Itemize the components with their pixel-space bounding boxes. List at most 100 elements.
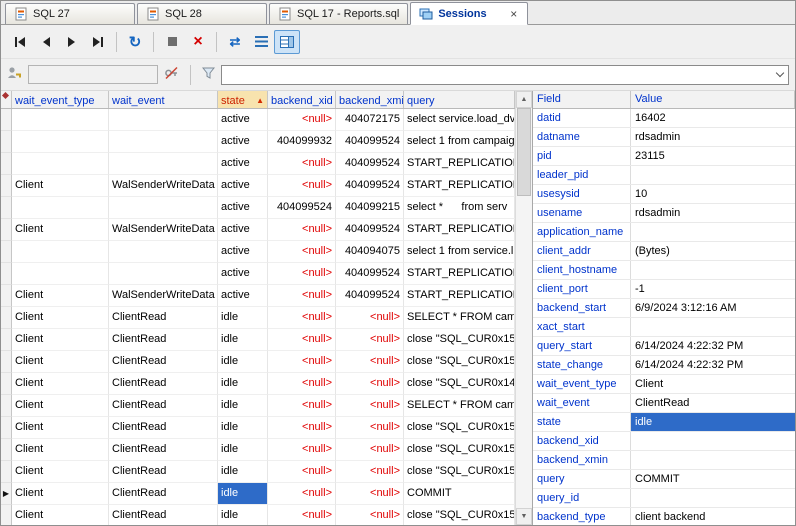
detail-row[interactable]: query_id xyxy=(533,489,795,508)
cell-query[interactable]: select service.load_dv xyxy=(404,109,515,131)
cell-wait-event[interactable]: ClientRead xyxy=(109,373,218,395)
tab-sql-28[interactable]: SQL 28 xyxy=(137,3,267,24)
session-row[interactable]: ClientClientReadidle<null><null>close "S… xyxy=(1,417,515,439)
session-row[interactable]: ▶ClientClientReadidle<null><null>COMMIT xyxy=(1,483,515,505)
detail-field-value[interactable]: 10 xyxy=(631,185,795,203)
cell-wait-event-type[interactable]: Client xyxy=(12,219,109,241)
cell-wait-event-type[interactable]: Client xyxy=(12,483,109,505)
cell-query[interactable]: close "SQL_CUR0x154 xyxy=(404,351,515,373)
scroll-up-button[interactable]: ▲ xyxy=(516,91,532,108)
cell-backend-xmin[interactable]: 404099215 xyxy=(336,197,404,219)
cell-backend-xmin[interactable]: <null> xyxy=(336,351,404,373)
detail-row[interactable]: usenamerdsadmin xyxy=(533,204,795,223)
session-row[interactable]: ClientClientReadidle<null><null>close "S… xyxy=(1,505,515,525)
next-record-button[interactable] xyxy=(59,30,85,54)
cell-wait-event-type[interactable] xyxy=(12,131,109,153)
cell-backend-xmin[interactable]: <null> xyxy=(336,329,404,351)
detail-field-value[interactable] xyxy=(631,318,795,336)
cell-backend-xmin[interactable]: 404094075 xyxy=(336,241,404,263)
tab-sql-17-reports[interactable]: SQL 17 - Reports.sql xyxy=(269,3,408,24)
close-tab-icon[interactable]: × xyxy=(508,9,519,19)
refresh-button[interactable]: ↻ xyxy=(122,30,148,54)
detail-row[interactable]: application_name xyxy=(533,223,795,242)
detail-field-value[interactable]: 6/9/2024 3:12:16 AM xyxy=(631,299,795,317)
cell-query[interactable]: START_REPLICATION xyxy=(404,153,515,175)
cell-query[interactable]: START_REPLICATION xyxy=(404,175,515,197)
detail-row[interactable]: stateidle xyxy=(533,413,795,432)
cell-backend-xmin[interactable]: <null> xyxy=(336,505,404,525)
cell-state[interactable]: active xyxy=(218,109,268,131)
cell-backend-xmin[interactable]: 404072175 xyxy=(336,109,404,131)
cell-backend-xid[interactable]: <null> xyxy=(268,109,336,131)
cell-backend-xmin[interactable]: <null> xyxy=(336,373,404,395)
session-row[interactable]: ClientWalSenderWriteDataactive<null>4040… xyxy=(1,219,515,241)
session-row[interactable]: active<null>404094075select 1 from servi… xyxy=(1,241,515,263)
cell-wait-event[interactable]: WalSenderWriteData xyxy=(109,175,218,197)
detail-row[interactable]: usesysid10 xyxy=(533,185,795,204)
cell-backend-xid[interactable]: <null> xyxy=(268,483,336,505)
cell-query[interactable]: SELECT * FROM camp xyxy=(404,395,515,417)
cell-state[interactable]: idle xyxy=(218,439,268,461)
cell-query[interactable]: select 1 from campaig xyxy=(404,131,515,153)
cell-backend-xid[interactable]: <null> xyxy=(268,263,336,285)
session-row[interactable]: ClientWalSenderWriteDataactive<null>4040… xyxy=(1,285,515,307)
cell-query[interactable]: select 1 from service.l xyxy=(404,241,515,263)
cell-backend-xid[interactable]: <null> xyxy=(268,417,336,439)
cell-state[interactable]: active xyxy=(218,219,268,241)
scrollbar-thumb[interactable] xyxy=(517,108,531,196)
detail-row[interactable]: wait_event_typeClient xyxy=(533,375,795,394)
column-header-query[interactable]: query xyxy=(404,91,515,108)
detail-field-value[interactable]: -1 xyxy=(631,280,795,298)
column-fit-button[interactable]: ⇄ xyxy=(222,30,248,54)
cell-state[interactable]: idle xyxy=(218,483,268,505)
cell-wait-event[interactable] xyxy=(109,153,218,175)
combobox-dropdown-icon[interactable] xyxy=(772,66,788,84)
grid-view-button[interactable] xyxy=(248,30,274,54)
cell-query[interactable]: START_REPLICATION xyxy=(404,285,515,307)
cell-backend-xmin[interactable]: <null> xyxy=(336,483,404,505)
cell-wait-event-type[interactable] xyxy=(12,197,109,219)
cell-wait-event-type[interactable]: Client xyxy=(12,373,109,395)
cell-state[interactable]: idle xyxy=(218,395,268,417)
cell-backend-xmin[interactable]: 404099524 xyxy=(336,219,404,241)
cell-state[interactable]: idle xyxy=(218,373,268,395)
cell-backend-xmin[interactable]: <null> xyxy=(336,395,404,417)
scrollbar-track[interactable] xyxy=(516,196,532,508)
cell-backend-xmin[interactable]: 404099524 xyxy=(336,131,404,153)
cell-wait-event[interactable]: ClientRead xyxy=(109,461,218,483)
filter-combobox-input[interactable] xyxy=(222,66,772,84)
detail-row[interactable]: pid23115 xyxy=(533,147,795,166)
cell-state[interactable]: idle xyxy=(218,461,268,483)
detail-field-value[interactable]: Client xyxy=(631,375,795,393)
column-header-wait-event-type[interactable]: wait_event_type xyxy=(12,91,109,108)
detail-field-value[interactable] xyxy=(631,432,795,450)
cell-wait-event-type[interactable]: Client xyxy=(12,461,109,483)
detail-field-value[interactable]: idle xyxy=(631,413,795,431)
cell-backend-xmin[interactable]: 404099524 xyxy=(336,153,404,175)
tab-sql-27[interactable]: SQL 27 xyxy=(5,3,135,24)
cell-wait-event-type[interactable]: Client xyxy=(12,505,109,525)
cell-backend-xmin[interactable]: <null> xyxy=(336,417,404,439)
cell-wait-event[interactable]: ClientRead xyxy=(109,351,218,373)
detail-row[interactable]: leader_pid xyxy=(533,166,795,185)
detail-row[interactable]: datid16402 xyxy=(533,109,795,128)
cell-query[interactable]: close "SQL_CUR0x15 xyxy=(404,439,515,461)
detail-row[interactable]: backend_start6/9/2024 3:12:16 AM xyxy=(533,299,795,318)
prev-record-button[interactable] xyxy=(33,30,59,54)
cell-wait-event-type[interactable]: Client xyxy=(12,417,109,439)
cell-query[interactable]: close "SQL_CUR0x14a xyxy=(404,373,515,395)
detail-row[interactable]: client_addr(Bytes) xyxy=(533,242,795,261)
detail-row[interactable]: xact_start xyxy=(533,318,795,337)
cell-backend-xid[interactable]: <null> xyxy=(268,285,336,307)
session-row[interactable]: active<null>404099524START_REPLICATION xyxy=(1,153,515,175)
stop-button[interactable] xyxy=(159,30,185,54)
cell-wait-event[interactable]: ClientRead xyxy=(109,417,218,439)
cell-wait-event-type[interactable]: Client xyxy=(12,395,109,417)
detail-row[interactable]: backend_xmin xyxy=(533,451,795,470)
cell-wait-event-type[interactable] xyxy=(12,241,109,263)
cell-wait-event-type[interactable]: Client xyxy=(12,351,109,373)
cell-backend-xid[interactable]: <null> xyxy=(268,307,336,329)
session-row[interactable]: ClientClientReadidle<null><null>close "S… xyxy=(1,373,515,395)
cell-query[interactable]: COMMIT xyxy=(404,483,515,505)
cell-state[interactable]: active xyxy=(218,285,268,307)
